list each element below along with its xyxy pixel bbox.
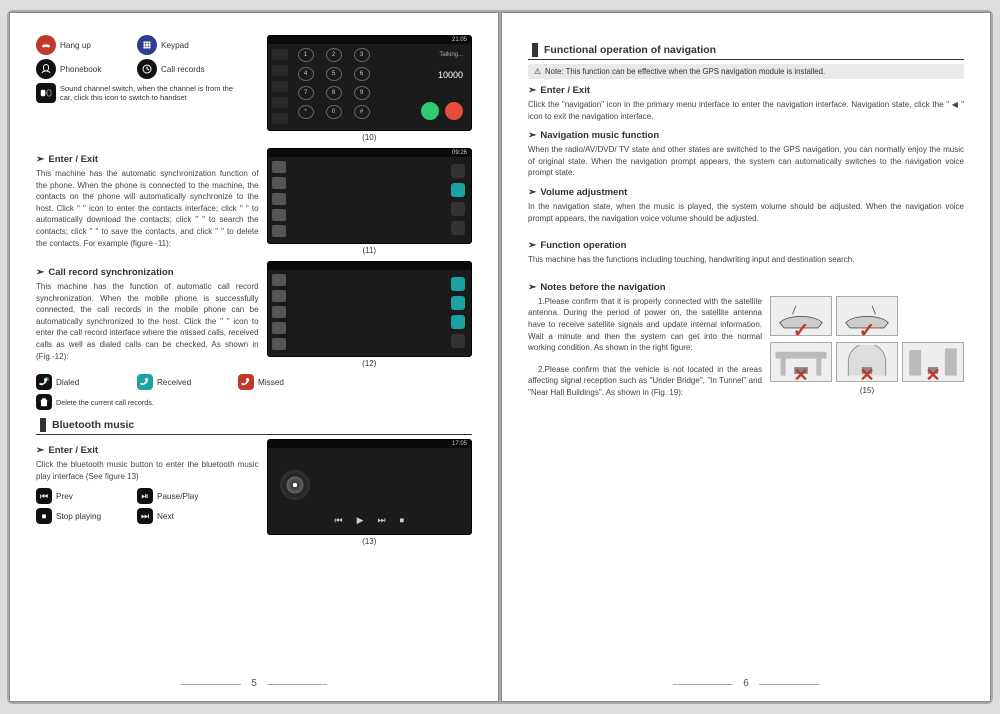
status-bar: 21:05 bbox=[268, 36, 471, 44]
phonebook-label: Phonebook bbox=[60, 65, 101, 74]
pauseplay-label: Pause/Play bbox=[157, 492, 198, 501]
bt-music-text: Click the bluetooth music button to ente… bbox=[36, 459, 259, 482]
player-stop-icon: ⏹ bbox=[400, 515, 405, 526]
caption-10: (10) bbox=[267, 133, 472, 142]
vol-heading: Volume adjustment bbox=[540, 187, 627, 198]
missed-label: Missed bbox=[258, 378, 284, 387]
player-next-icon: ⏭ bbox=[377, 515, 385, 526]
enter-exit-text: This machine has the automatic synchroni… bbox=[36, 168, 259, 249]
pause-play-icon: ⏯ bbox=[137, 488, 153, 504]
note-text: Note: This function can be effective whe… bbox=[545, 67, 825, 76]
note2-text: 2.Please confirm that the vehicle is not… bbox=[528, 364, 762, 399]
note1-text: 1.Please confirm that it is properly con… bbox=[528, 296, 762, 354]
arrow-icon: ➢ bbox=[36, 445, 44, 456]
arrow-icon: ➢ bbox=[528, 130, 536, 141]
notes-heading: Notes before the navigation bbox=[540, 282, 665, 293]
nav-main-title: Functional operation of navigation bbox=[544, 44, 716, 56]
bad-tunnel: ✕ bbox=[836, 342, 898, 382]
bt-enter-exit-heading: Enter / Exit bbox=[48, 445, 98, 456]
warning-icon: ⚠ bbox=[534, 67, 541, 76]
prev-label: Prev bbox=[56, 492, 73, 501]
nav-ee-text: Click the "navigation" icon in the prima… bbox=[528, 99, 964, 122]
call-icons-grid: Hang up Keypad Phonebook bbox=[36, 35, 259, 103]
nav-ee-heading: Enter / Exit bbox=[540, 85, 590, 96]
antenna-good-1: ✓ bbox=[770, 296, 832, 336]
page-left: Hang up Keypad Phonebook bbox=[9, 12, 499, 702]
missed-icon bbox=[238, 374, 254, 390]
call-rec-text: This machine has the function of automat… bbox=[36, 281, 259, 362]
stop-label: Stop playing bbox=[56, 512, 101, 521]
caption-15: (15) bbox=[770, 386, 964, 395]
prev-icon: ⏮ bbox=[36, 488, 52, 504]
talking-status: Talking... bbox=[392, 52, 463, 58]
dialed-number: 10000 bbox=[392, 70, 463, 80]
navmusic-text: When the radio/AV/DVD/ TV state and othe… bbox=[528, 144, 964, 179]
sound-channel-label: Sound channel switch, when the channel i… bbox=[60, 84, 246, 102]
screenshot-call-records bbox=[267, 261, 472, 357]
sound-channel-icon bbox=[36, 83, 56, 103]
dialed-icon bbox=[36, 374, 52, 390]
screenshot-bt-music: 17:05 ⏮ ▶ ⏭ ⏹ bbox=[267, 439, 472, 535]
funcop-text: This machine has the functions including… bbox=[528, 254, 964, 266]
arrow-icon: ➢ bbox=[528, 282, 536, 293]
phonebook-icon bbox=[36, 59, 56, 79]
caption-12: (12) bbox=[267, 359, 472, 368]
enter-exit-heading: Enter / Exit bbox=[48, 154, 98, 165]
keypad-icon bbox=[137, 35, 157, 55]
note-bar: ⚠ Note: This function can be effective w… bbox=[528, 64, 964, 79]
page-spread: Hang up Keypad Phonebook bbox=[7, 10, 993, 704]
received-icon bbox=[137, 374, 153, 390]
hang-up-label: Hang up bbox=[60, 41, 91, 50]
call-records-icon bbox=[137, 59, 157, 79]
navmusic-heading: Navigation music function bbox=[540, 130, 659, 141]
keypad-label: Keypad bbox=[161, 41, 189, 50]
bad-buildings: ✕ bbox=[902, 342, 964, 382]
funcop-heading: Function operation bbox=[540, 240, 626, 251]
screenshot-contacts: 09:26 bbox=[267, 148, 472, 244]
received-label: Received bbox=[157, 378, 191, 387]
bt-music-title: Bluetooth music bbox=[52, 419, 134, 431]
disc-icon bbox=[280, 470, 310, 500]
page-right: Functional operation of navigation ⚠ Not… bbox=[501, 12, 991, 702]
dialed-label: Dialed bbox=[56, 378, 79, 387]
call-records-label: Call records bbox=[161, 65, 205, 74]
arrow-icon: ➢ bbox=[36, 154, 44, 165]
delete-calls-icon bbox=[36, 394, 52, 410]
arrow-icon: ➢ bbox=[528, 240, 536, 251]
antenna-good-2: ✓ bbox=[836, 296, 898, 336]
answer-button-icon bbox=[421, 102, 439, 120]
end-call-button-icon bbox=[445, 102, 463, 120]
delete-calls-label: Delete the current call records. bbox=[56, 398, 154, 407]
arrow-icon: ➢ bbox=[528, 187, 536, 198]
arrow-icon: ➢ bbox=[36, 267, 44, 278]
next-label: Next bbox=[157, 512, 174, 521]
call-rec-heading: Call record synchronization bbox=[48, 267, 173, 278]
arrow-icon: ➢ bbox=[528, 85, 536, 96]
caption-13: (13) bbox=[267, 537, 472, 546]
player-prev-icon: ⏮ bbox=[334, 515, 342, 526]
next-icon: ⏭ bbox=[137, 508, 153, 524]
screenshot-dialer: 21:05 123 456 789 *0# Talking... 10000 bbox=[267, 35, 472, 131]
stop-icon: ⏹ bbox=[36, 508, 52, 524]
page-number-left: 5 bbox=[251, 678, 257, 689]
hang-up-icon bbox=[36, 35, 56, 55]
player-play-icon: ▶ bbox=[357, 515, 364, 526]
page-number-right: 6 bbox=[743, 678, 749, 689]
vol-text: In the navigation state, when the music … bbox=[528, 201, 964, 224]
caption-11: (11) bbox=[267, 246, 472, 255]
bad-bridge: ✕ bbox=[770, 342, 832, 382]
